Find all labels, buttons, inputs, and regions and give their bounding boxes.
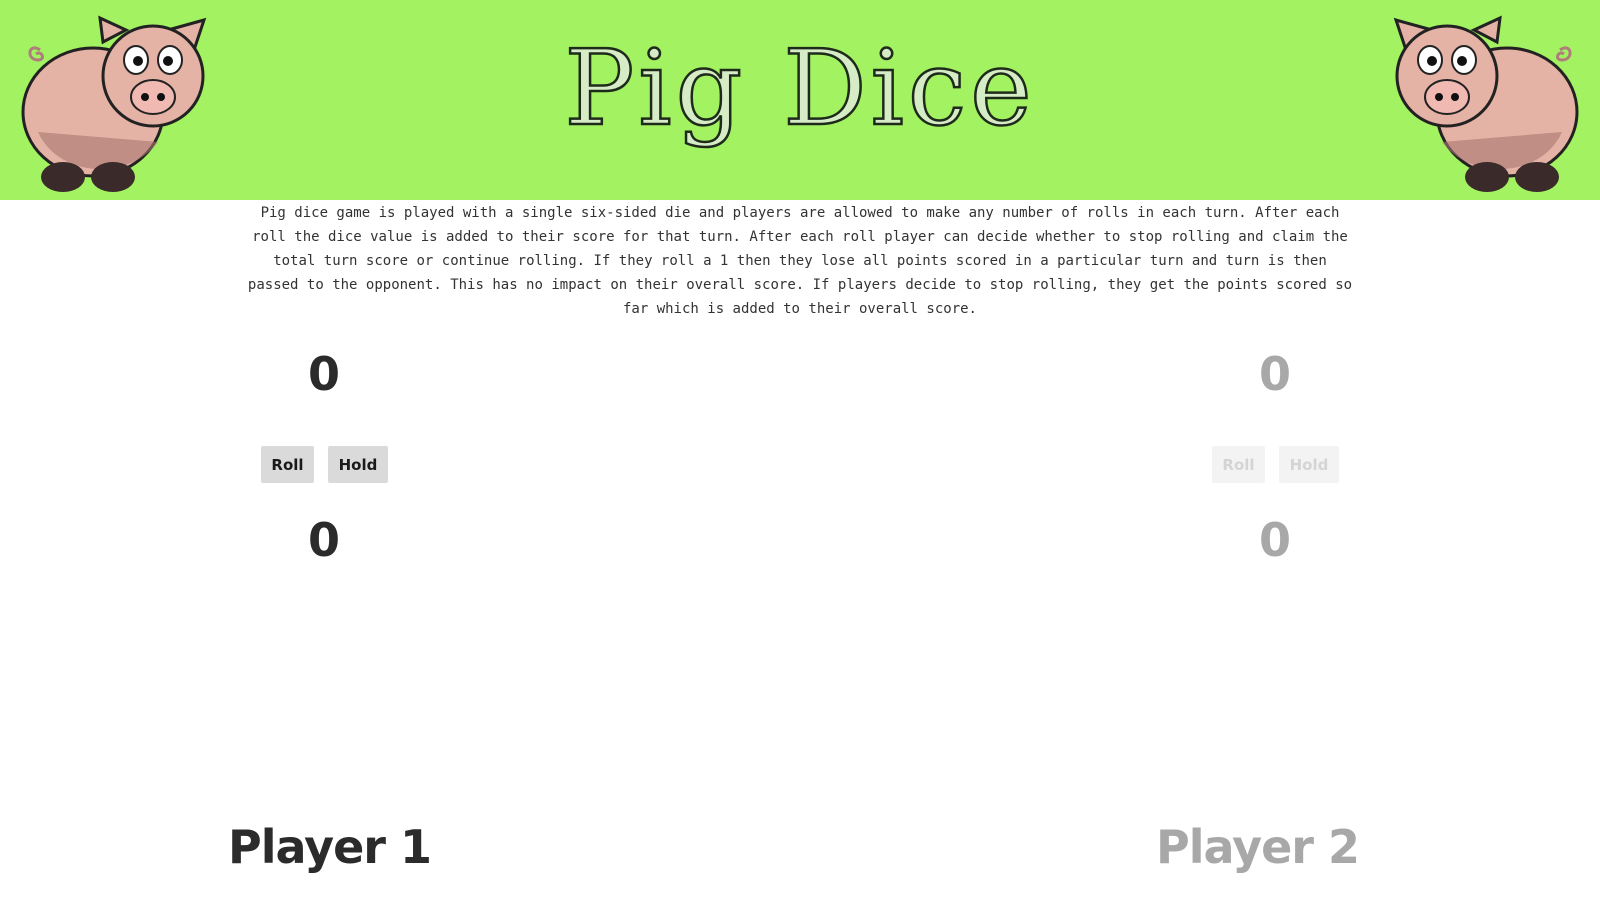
game-rules: Pig dice game is played with a single si… (247, 205, 1353, 317)
player1-name: Player 1 (228, 820, 432, 874)
player1-roll-button[interactable]: Roll (261, 446, 314, 483)
page-title: Pig Dice (563, 26, 1036, 151)
player1-hold-button[interactable]: Hold (328, 446, 388, 483)
pig-icon (1393, 15, 1579, 192)
header-banner: Pig Dice (0, 0, 1600, 200)
player2-hold-button[interactable]: Hold (1279, 446, 1339, 483)
player2-total-score: 0 (1258, 347, 1291, 401)
player1-total-score: 0 (307, 347, 340, 401)
player2-name: Player 2 (1156, 820, 1360, 874)
player2-roll-button[interactable]: Roll (1212, 446, 1265, 483)
player2-turn-score: 0 (1258, 513, 1291, 567)
player1-turn-score: 0 (307, 513, 340, 567)
